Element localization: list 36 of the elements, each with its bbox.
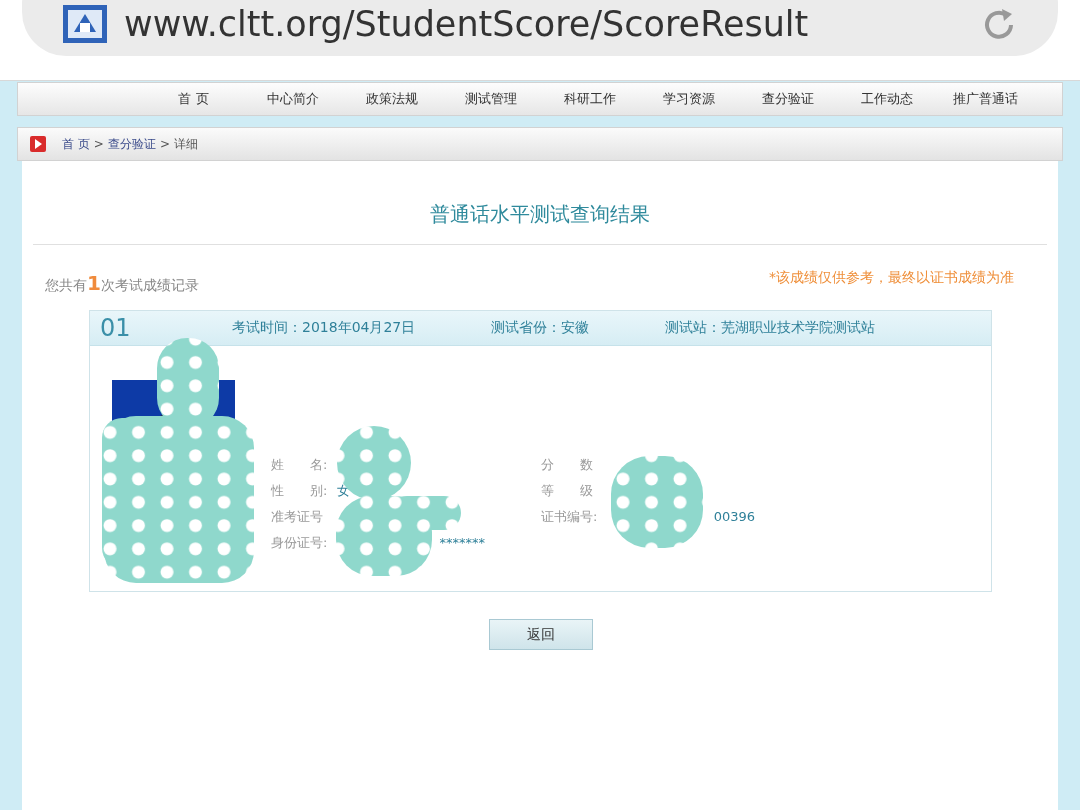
nav-link[interactable]: 学习资源 [639, 83, 738, 115]
nav-link[interactable]: 科研工作 [540, 83, 639, 115]
record-count-text: 您共有1次考试成绩记录 [45, 271, 199, 295]
nav-link[interactable]: 中心简介 [243, 83, 342, 115]
test-station: 测试站：芜湖职业技术学院测试站 [665, 319, 875, 337]
nav-link[interactable]: 首 页 [144, 83, 243, 115]
field-value: 女 [337, 483, 350, 498]
exam-date: 考试时间：2018年04月27日 [232, 319, 417, 337]
nav-link[interactable]: 测试管理 [441, 83, 540, 115]
breadcrumb-link[interactable]: 首 页 [62, 135, 90, 153]
breadcrumb-separator: > [159, 137, 170, 151]
exam-province: 测试省份：安徽 [491, 319, 590, 337]
disclaimer-note: *该成绩仅供参考，最终以证书成绩为准 [769, 269, 1014, 287]
play-icon [30, 136, 46, 152]
nav-link[interactable]: 工作动态 [837, 83, 936, 115]
page-title: 普通话水平测试查询结果 [430, 201, 650, 228]
field-value: 00396 [713, 509, 755, 524]
nav-link[interactable]: 推广普通话 [936, 83, 1035, 115]
record-number: 01 [99, 314, 132, 342]
back-button[interactable]: 返回 [488, 619, 593, 650]
field-label: 证书编号: [541, 508, 599, 526]
site-icon [62, 4, 108, 44]
breadcrumb-current: 详细 [173, 135, 198, 153]
field-label: 等 级 [541, 482, 594, 500]
field-label: 姓 名: [271, 456, 329, 474]
nav-link[interactable]: 政策法规 [342, 83, 441, 115]
breadcrumb-separator: > [93, 137, 104, 151]
field-value: ******* [439, 535, 485, 550]
field-label: 身份证号: [271, 534, 329, 552]
url-text: www.cltt.org/StudentScore/ScoreResult [124, 4, 810, 44]
field-label: 准考证号 [271, 508, 324, 526]
breadcrumb-link[interactable]: 查分验证 [107, 135, 156, 153]
field-label: 分 数 [541, 456, 594, 474]
field-label: 性 别: [271, 482, 329, 500]
address-bar[interactable]: www.cltt.org/StudentScore/ScoreResult [22, 0, 1058, 56]
nav-link[interactable]: 查分验证 [738, 83, 837, 115]
